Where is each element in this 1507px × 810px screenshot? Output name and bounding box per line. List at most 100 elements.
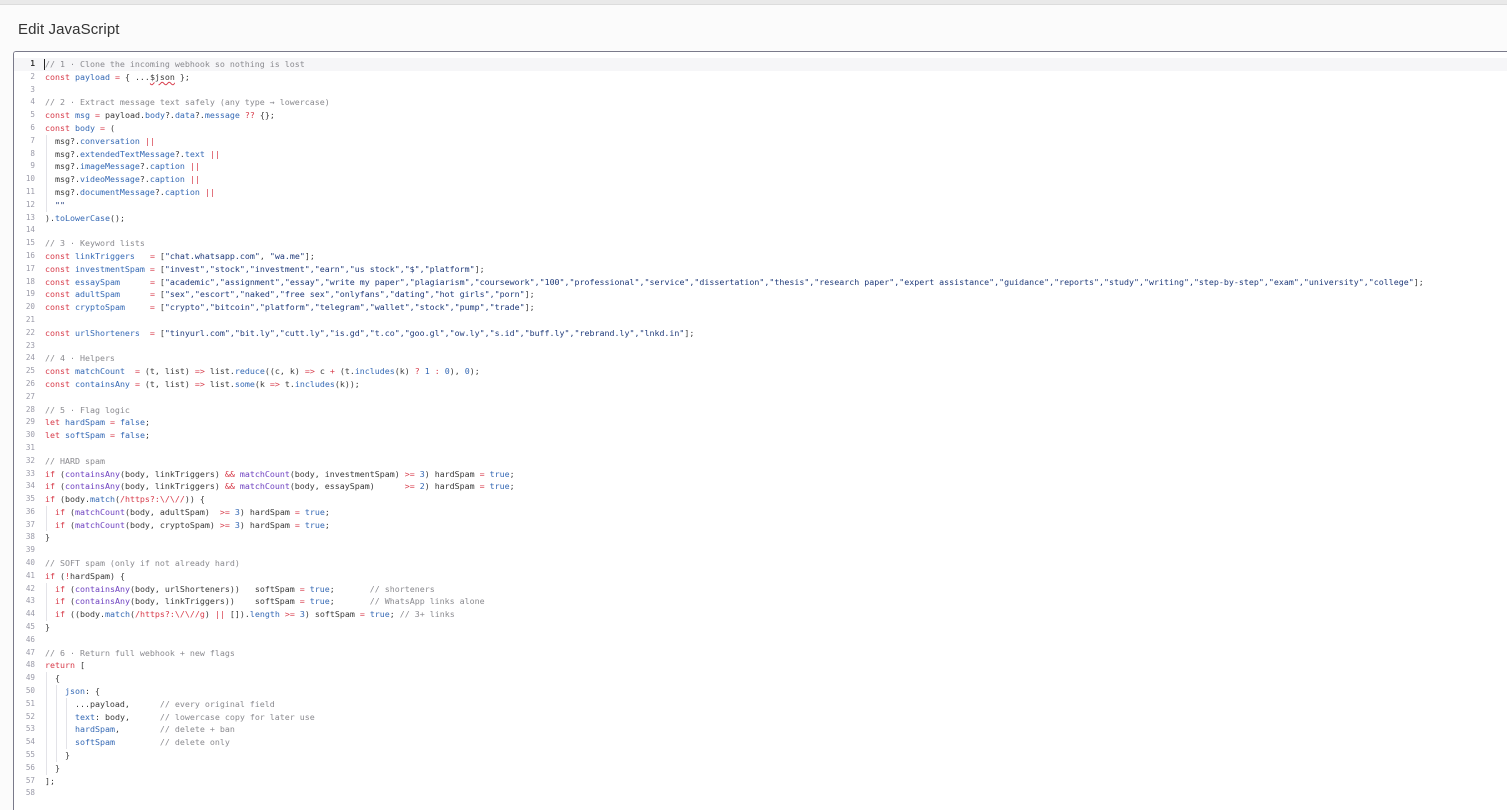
code-editor[interactable]: 1 // 1 · Clone the incoming webhook so no…	[13, 51, 1507, 810]
code-token: [	[154, 327, 165, 338]
line-number: 32	[25, 455, 35, 465]
code-token: some	[234, 378, 255, 389]
code-token: (t, list)	[139, 366, 195, 377]
code-line[interactable]: 22 const urlShorteners = ["tinyurl.com","…	[14, 327, 1507, 340]
code-line[interactable]: 57];	[14, 775, 1507, 788]
line-code: softSpam // delete only	[45, 736, 230, 749]
line-number: 51	[25, 698, 35, 708]
code-line[interactable]: 45}	[14, 621, 1507, 634]
code-token: )) {	[184, 494, 205, 505]
code-line[interactable]: 52 text: body, // lowercase copy for lat…	[14, 710, 1507, 724]
code-line[interactable]: 50 json: {	[14, 685, 1507, 698]
code-line[interactable]: 47 // 6 · Return full webhook + new flags	[14, 647, 1507, 660]
code-token: caption	[149, 174, 185, 185]
code-line[interactable]: 53 hardSpam, // delete + ban	[14, 723, 1507, 737]
code-line[interactable]: 37 if (matchCount(body, cryptoSpam) >= 3…	[14, 518, 1507, 532]
code-line[interactable]: 42 if (containsAny(body, urlShorteners))…	[14, 582, 1507, 596]
line-number: 41	[25, 570, 35, 580]
code-token: ((c, k)	[264, 366, 305, 377]
code-token: matchCount	[239, 481, 290, 492]
code-line[interactable]: 35 if (body.match(/https?:\/\//)) {	[14, 493, 1507, 506]
code-line[interactable]: 19 const adultSpam = ["sex","escort","nak…	[14, 288, 1507, 301]
code-token: if	[55, 583, 65, 594]
code-line[interactable]: 40 // SOFT spam (only if not already hard…	[14, 557, 1507, 570]
code-line[interactable]: 51 ...payload, // every original field	[14, 697, 1507, 711]
code-token: payload	[74, 71, 110, 82]
code-line[interactable]: 21	[14, 314, 1507, 327]
line-number: 17	[25, 263, 35, 273]
code-line[interactable]: 30 let softSpam = false;	[14, 429, 1507, 442]
code-line[interactable]: 4 // 2 · Extract message text safely (any…	[14, 96, 1507, 109]
code-line[interactable]: 18 const essaySpam = ["academic","assignm…	[14, 276, 1507, 289]
code-line[interactable]: 34 if (containsAny(body, linkTriggers) &&…	[14, 480, 1507, 493]
code-line[interactable]: 39	[14, 544, 1507, 557]
code-line[interactable]: 9 msg?.imageMessage?.caption ||	[14, 160, 1507, 174]
code-line[interactable]: 56 }	[14, 761, 1507, 775]
code-line[interactable]: 17 const investmentSpam = ["invest","stoc…	[14, 263, 1507, 276]
code-line[interactable]: 49 {	[14, 672, 1507, 686]
line-number: 25	[25, 366, 35, 376]
code-line[interactable]: 7 msg?.conversation ||	[14, 134, 1507, 148]
line-code: ];	[45, 775, 55, 788]
code-token: "chat.whatsapp.com"	[164, 250, 260, 261]
code-token: ((body.	[65, 609, 105, 620]
code-line[interactable]: 6 const body = (	[14, 122, 1507, 135]
code-line[interactable]: 16 const linkTriggers = ["chat.whatsapp.c…	[14, 250, 1507, 263]
line-code: if (containsAny(body, linkTriggers)) sof…	[45, 595, 485, 608]
code-line[interactable]: 48 return [	[14, 659, 1507, 672]
code-token: true	[309, 596, 330, 607]
code-line[interactable]: 26 const containsAny = (t, list) => list.…	[14, 378, 1507, 391]
code-token: true	[304, 506, 325, 517]
code-line[interactable]: 46	[14, 634, 1507, 647]
line-number: 35	[25, 494, 35, 504]
code-line[interactable]: 14	[14, 224, 1507, 237]
code-token: >=	[404, 481, 415, 492]
code-line[interactable]: 41 if (!hardSpam) {	[14, 570, 1507, 583]
code-token: return	[45, 660, 75, 671]
line-code: json: {	[45, 685, 100, 698]
code-line[interactable]: 33 if (containsAny(body, linkTriggers) &&…	[14, 468, 1507, 481]
code-line[interactable]: 54 softSpam // delete only	[14, 736, 1507, 750]
line-number: 42	[25, 583, 35, 593]
line-number: 27	[25, 391, 35, 401]
code-line[interactable]: 1 // 1 · Clone the incoming webhook so no…	[14, 58, 1507, 71]
code-line[interactable]: 13).toLowerCase();	[14, 212, 1507, 225]
code-token: containsAny	[65, 481, 120, 492]
code-line[interactable]: 31	[14, 442, 1507, 455]
code-line[interactable]: 25 const matchCount = (t, list) => list.r…	[14, 365, 1507, 378]
code-line[interactable]: 43 if (containsAny(body, linkTriggers)) …	[14, 595, 1507, 609]
code-line[interactable]: 20 const cryptoSpam = ["crypto","bitcoin"…	[14, 301, 1507, 314]
code-line[interactable]: 38}	[14, 531, 1507, 544]
code-token: ;	[329, 583, 370, 594]
code-line[interactable]: 44 if ((body.match(/https?:\/\//g) || []…	[14, 608, 1507, 622]
code-line[interactable]: 2 const payload = { ...$json };	[14, 71, 1507, 84]
code-line[interactable]: 8 msg?.extendedTextMessage?.text ||	[14, 147, 1507, 161]
line-number: 1	[30, 59, 35, 68]
code-line[interactable]: 5 const msg = payload.body?.data?.message…	[14, 109, 1507, 122]
code-token: hardSpam	[65, 417, 105, 428]
code-line[interactable]: 28 // 5 · Flag logic	[14, 404, 1507, 417]
code-line[interactable]: 32 // HARD spam	[14, 455, 1507, 468]
dialog-title: Edit JavaScript	[18, 21, 120, 38]
code-token: data	[174, 110, 195, 121]
line-number: 28	[25, 404, 35, 414]
code-line[interactable]: 3	[14, 84, 1507, 97]
code-token: length	[249, 609, 280, 620]
code-line[interactable]: 36 if (matchCount(body, adultSpam) >= 3)…	[14, 505, 1507, 519]
code-line[interactable]: 29 let hardSpam = false;	[14, 416, 1507, 429]
code-line[interactable]: 55 }	[14, 749, 1507, 762]
code-token: [	[154, 289, 165, 300]
code-token: body	[74, 122, 95, 133]
code-line[interactable]: 23	[14, 340, 1507, 353]
code-line[interactable]: 10 msg?.videoMessage?.caption ||	[14, 173, 1507, 186]
code-line[interactable]: 12 ""	[14, 198, 1507, 212]
line-number: 5	[30, 110, 35, 120]
code-line[interactable]: 11 msg?.documentMessage?.caption ||	[14, 185, 1507, 199]
code-line[interactable]: 58	[14, 787, 1507, 800]
code-line[interactable]: 15 // 3 · Keyword lists	[14, 237, 1507, 250]
line-code: msg?.extendedTextMessage?.text ||	[45, 148, 220, 161]
code-content[interactable]: 1 // 1 · Clone the incoming webhook so no…	[14, 58, 1507, 800]
code-line[interactable]: 24 // 4 · Helpers	[14, 352, 1507, 365]
code-line[interactable]: 27	[14, 391, 1507, 404]
